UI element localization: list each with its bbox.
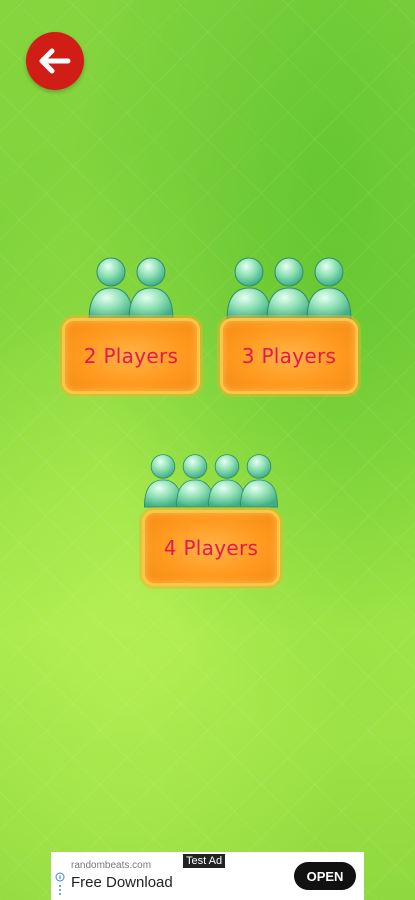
3-players-label: 3 Players — [241, 344, 337, 368]
option-4-players[interactable]: 4 Players — [142, 444, 280, 586]
player-figure-icon — [128, 257, 174, 321]
player-figure-icon — [239, 454, 279, 508]
player-select-screen: 2 Players 3 Players 4 Players randombeat… — [0, 0, 415, 900]
ad-banner[interactable]: randombeats.com Test Ad Free Download OP… — [51, 852, 364, 900]
arrow-left-icon — [39, 48, 71, 74]
2-players-label: 2 Players — [83, 344, 179, 368]
ad-source-text: randombeats.com — [71, 860, 152, 871]
player-figure-icon — [306, 257, 352, 321]
players-icon-group — [88, 252, 174, 322]
players-icon-group — [143, 444, 279, 514]
info-icon — [55, 872, 65, 895]
option-2-players[interactable]: 2 Players — [62, 252, 200, 394]
ad-title: Free Download — [71, 874, 173, 891]
back-button[interactable] — [26, 32, 84, 90]
option-3-players[interactable]: 3 Players — [220, 252, 358, 394]
ad-test-badge: Test Ad — [183, 854, 226, 868]
3-players-button[interactable]: 3 Players — [220, 318, 358, 394]
ad-open-button[interactable]: OPEN — [294, 862, 356, 890]
2-players-button[interactable]: 2 Players — [62, 318, 200, 394]
4-players-label: 4 Players — [163, 536, 259, 560]
players-icon-group — [226, 252, 352, 322]
4-players-button[interactable]: 4 Players — [142, 510, 280, 586]
